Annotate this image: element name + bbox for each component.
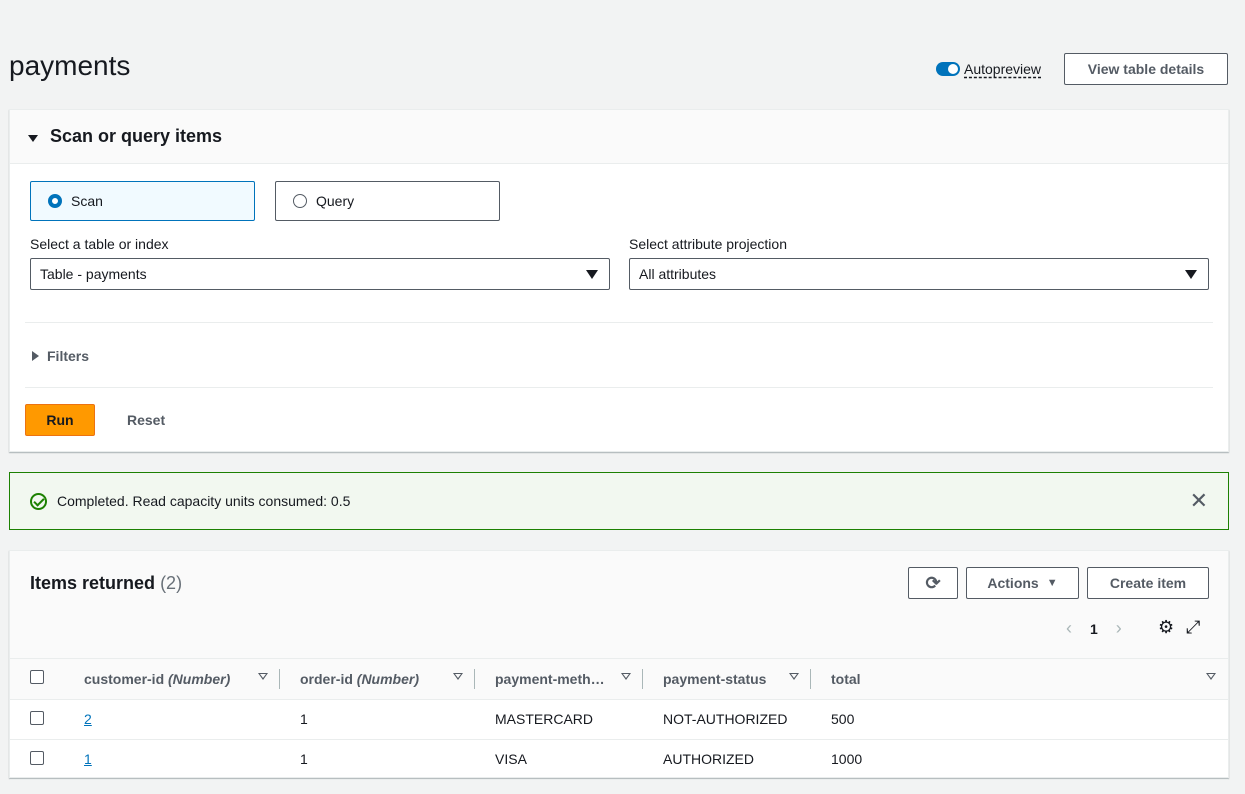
divider	[25, 322, 1213, 323]
caret-down-icon	[28, 135, 38, 142]
chevron-right-icon[interactable]: ›	[1116, 618, 1122, 639]
sort-icon[interactable]	[1206, 673, 1216, 680]
order-id-cell: 1	[280, 699, 475, 740]
table-header-row: customer-id (Number) order-id (Number) p…	[10, 659, 1228, 700]
query-label: Query	[316, 193, 355, 209]
actions-label: Actions	[987, 575, 1039, 591]
autopreview-toggle-group[interactable]: Autopreview	[936, 61, 1041, 77]
fullscreen-icon[interactable]: ⤢	[1186, 617, 1200, 638]
payment-status-cell: AUTHORIZED	[643, 739, 811, 780]
projection-select-value: All attributes	[639, 266, 717, 282]
payment-status-cell: NOT-AUTHORIZED	[643, 699, 811, 740]
scan-label: Scan	[71, 193, 103, 209]
column-type: (Number)	[356, 670, 420, 687]
sort-icon[interactable]	[789, 673, 799, 680]
sort-icon[interactable]	[621, 673, 631, 680]
run-button[interactable]: Run	[25, 404, 95, 436]
row-checkbox[interactable]	[30, 710, 44, 725]
caret-right-icon	[32, 351, 39, 361]
filters-label: Filters	[47, 348, 90, 364]
row-checkbox[interactable]	[30, 750, 44, 765]
scan-query-panel: Scan or query items Scan Query Select a …	[9, 109, 1229, 452]
divider	[25, 387, 1213, 388]
customer-id-link[interactable]: 1	[84, 751, 92, 767]
column-header-payment-method[interactable]: payment-meth…	[475, 659, 643, 700]
radio-unselected-icon	[293, 194, 307, 208]
actions-button[interactable]: Actions ▼	[966, 567, 1079, 599]
create-item-button[interactable]: Create item	[1087, 567, 1209, 599]
column-name: customer-id	[84, 670, 165, 687]
table-select[interactable]: Table - payments	[30, 258, 610, 290]
payment-method-cell: VISA	[475, 739, 643, 780]
sort-icon[interactable]	[453, 673, 463, 680]
scan-query-title: Scan or query items	[50, 126, 223, 146]
autopreview-label[interactable]: Autopreview	[964, 61, 1041, 77]
projection-select[interactable]: All attributes	[629, 258, 1209, 290]
column-name: total	[831, 670, 861, 687]
column-header-total[interactable]: total	[811, 659, 1228, 700]
page-title: payments	[9, 50, 131, 81]
caret-down-icon: ▼	[1046, 577, 1058, 589]
payment-method-cell: MASTERCARD	[475, 699, 643, 740]
total-cell: 1000	[811, 739, 1228, 780]
row-select-cell	[10, 699, 66, 740]
gear-icon[interactable]: ⚙	[1158, 617, 1174, 638]
projection-select-label: Select attribute projection	[629, 236, 787, 252]
refresh-button[interactable]: ⟳	[908, 567, 958, 599]
column-name: order-id	[300, 670, 353, 687]
column-header-order-id[interactable]: order-id (Number)	[280, 659, 475, 700]
column-name: payment-status	[663, 670, 767, 687]
radio-selected-icon	[48, 194, 62, 208]
column-type: (Number)	[168, 670, 231, 687]
success-check-icon	[30, 492, 47, 510]
column-header-customer-id[interactable]: customer-id (Number)	[66, 659, 280, 700]
column-name: payment-meth…	[495, 670, 605, 687]
customer-id-link[interactable]: 2	[84, 711, 92, 727]
view-table-details-button[interactable]: View table details	[1064, 53, 1228, 85]
scan-query-header[interactable]: Scan or query items	[10, 110, 1228, 164]
table-row: 2 1 MASTERCARD NOT-AUTHORIZED 500	[10, 699, 1228, 740]
filters-expander[interactable]: Filters	[32, 348, 89, 364]
items-title-text: Items returned	[30, 573, 156, 593]
chevron-left-icon[interactable]: ‹	[1066, 618, 1072, 639]
table-select-value: Table - payments	[40, 266, 147, 282]
table-select-label: Select a table or index	[30, 236, 169, 252]
flash-message: Completed. Read capacity units consumed:…	[57, 493, 351, 509]
autopreview-toggle[interactable]	[936, 62, 960, 76]
scan-radio-tile[interactable]: Scan	[30, 181, 255, 221]
page-number[interactable]: 1	[1090, 621, 1098, 637]
order-id-cell: 1	[280, 739, 475, 780]
dropdown-arrow-icon	[586, 270, 598, 279]
total-cell: 500	[811, 699, 1228, 740]
close-icon[interactable]: ✕	[1190, 489, 1208, 513]
customer-id-cell: 1	[66, 739, 280, 780]
select-all-cell	[10, 659, 66, 700]
sort-icon[interactable]	[258, 673, 268, 680]
table-row: 1 1 VISA AUTHORIZED 1000	[10, 739, 1228, 780]
column-header-payment-status[interactable]: payment-status	[643, 659, 811, 700]
reset-button[interactable]: Reset	[127, 412, 165, 428]
pagination: ‹ 1 ›	[1066, 618, 1122, 639]
refresh-icon: ⟳	[925, 572, 941, 593]
success-flashbar: Completed. Read capacity units consumed:…	[9, 472, 1229, 530]
items-table: customer-id (Number) order-id (Number) p…	[10, 659, 1228, 780]
items-header: Items returned (2) ⟳ Actions ▼ Create it…	[10, 551, 1228, 659]
dropdown-arrow-icon	[1185, 270, 1197, 279]
items-count: (2)	[160, 573, 183, 593]
customer-id-cell: 2	[66, 699, 280, 740]
select-all-checkbox[interactable]	[30, 670, 44, 685]
items-title: Items returned (2)	[30, 573, 182, 594]
row-select-cell	[10, 739, 66, 780]
query-radio-tile[interactable]: Query	[275, 181, 500, 221]
items-panel: Items returned (2) ⟳ Actions ▼ Create it…	[9, 550, 1229, 780]
